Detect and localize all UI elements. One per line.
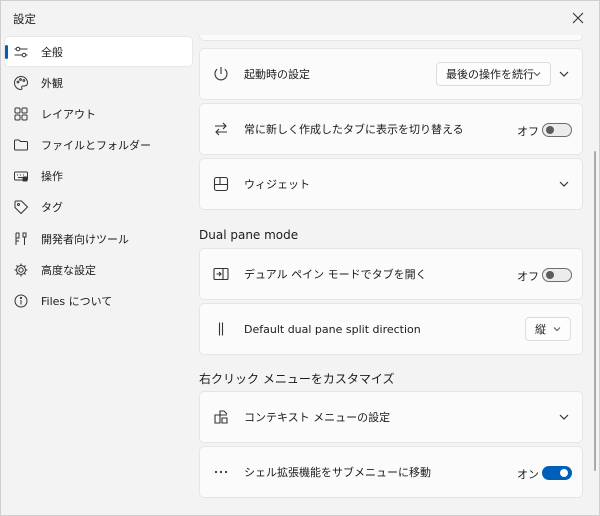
sidebar-item-label: Files について (41, 295, 113, 308)
close-icon (572, 12, 584, 24)
toggle-state-label: オン (517, 468, 539, 481)
settings-window: 設定 全般 外観 レイアウト ファイルとフォルダー 操作 タグ 開発者向けツール… (0, 0, 600, 516)
new-tab-switch-label: 常に新しく作成したタブに表示を切り替える (244, 123, 464, 136)
toggle-knob (560, 469, 568, 477)
context-menu-icon (212, 408, 230, 426)
toggle-state-label: オフ (517, 270, 539, 283)
grid-icon (13, 106, 29, 122)
dual-pane-header: Dual pane mode (199, 228, 299, 242)
sidebar-item-label: 開発者向けツール (41, 232, 129, 246)
shell-ext-label: シェル拡張機能をサブメニューに移動 (244, 466, 431, 479)
sidebar-item-advanced[interactable]: 高度な設定 (5, 255, 192, 284)
chevron-down-icon (553, 327, 561, 332)
startup-label: 起動時の設定 (244, 68, 310, 81)
context-menu-header: 右クリック メニューをカスタマイズ (199, 372, 395, 386)
widgets-label: ウィジェット (244, 178, 310, 191)
sidebar-item-actions[interactable]: 操作 (5, 162, 192, 191)
dual-pane-tabs-card: デュアル ペイン モードでタブを開く オフ (199, 248, 583, 300)
more-icon (212, 463, 230, 481)
startup-card[interactable]: 起動時の設定 最後の操作を続行 (199, 48, 583, 100)
shell-ext-toggle[interactable] (542, 466, 572, 480)
sidebar-item-label: タグ (41, 201, 63, 215)
sidebar-item-label: レイアウト (41, 107, 96, 121)
context-menu-settings-label: コンテキスト メニューの設定 (244, 411, 391, 424)
power-icon (212, 65, 230, 83)
sidebar-nav: 全般 外観 レイアウト ファイルとフォルダー 操作 タグ 開発者向けツール 高度… (1, 37, 196, 318)
sliders-icon (13, 44, 29, 60)
split-direction-label: Default dual pane split direction (244, 322, 421, 336)
dual-pane-tabs-toggle[interactable] (542, 268, 572, 282)
tools-icon (13, 231, 29, 247)
widget-icon (212, 175, 230, 193)
dropdown-value: 最後の操作を続行 (446, 68, 534, 81)
sidebar-item-label: 操作 (41, 170, 63, 184)
settings-content: 起動時の設定 最後の操作を続行 常に新しく作成したタブに表示を切り替える オフ (197, 35, 591, 515)
sidebar-item-dev-tools[interactable]: 開発者向けツール (5, 224, 192, 253)
content-scrollbar[interactable] (594, 151, 596, 471)
chevron-down-icon (533, 72, 541, 77)
dropdown-value: 縦 (535, 323, 546, 336)
new-tab-switch-toggle[interactable] (542, 123, 572, 137)
advanced-icon (13, 262, 29, 278)
chevron-down-icon[interactable] (558, 411, 570, 423)
sidebar-item-files-folders[interactable]: ファイルとフォルダー (5, 131, 192, 160)
tag-icon (13, 199, 29, 215)
toggle-knob (546, 126, 554, 134)
split-direction-dropdown[interactable]: 縦 (525, 317, 571, 341)
context-menu-settings-card[interactable]: コンテキスト メニューの設定 (199, 391, 583, 443)
sidebar-item-general[interactable]: 全般 (5, 37, 192, 66)
sidebar-item-appearance[interactable]: 外観 (5, 68, 192, 97)
widgets-card[interactable]: ウィジェット (199, 158, 583, 210)
vertical-split-icon (212, 320, 230, 338)
chevron-down-icon[interactable] (558, 178, 570, 190)
keyboard-icon (13, 168, 29, 184)
shell-ext-card: シェル拡張機能をサブメニューに移動 オン (199, 446, 583, 498)
open-pane-icon (212, 265, 230, 283)
dual-pane-tabs-label: デュアル ペイン モードでタブを開く (244, 268, 427, 281)
close-button[interactable] (565, 7, 591, 29)
sidebar-item-layout[interactable]: レイアウト (5, 99, 192, 128)
title-bar: 設定 (1, 1, 599, 35)
sidebar-item-about[interactable]: Files について (5, 287, 192, 316)
folder-icon (13, 137, 29, 153)
sidebar-item-label: ファイルとフォルダー (41, 139, 151, 153)
toggle-knob (546, 271, 554, 279)
split-direction-card: Default dual pane split direction 縦 (199, 303, 583, 355)
info-icon (13, 293, 29, 309)
new-tab-switch-card: 常に新しく作成したタブに表示を切り替える オフ (199, 103, 583, 155)
window-title: 設定 (13, 12, 36, 26)
switch-arrows-icon (212, 120, 230, 138)
palette-icon (13, 75, 29, 91)
settings-card-partial (199, 35, 583, 41)
chevron-down-icon[interactable] (558, 68, 570, 80)
startup-dropdown[interactable]: 最後の操作を続行 (436, 62, 551, 86)
sidebar-item-label: 高度な設定 (41, 263, 96, 277)
sidebar-item-label: 外観 (41, 76, 63, 90)
sidebar-item-label: 全般 (41, 45, 63, 59)
toggle-state-label: オフ (517, 125, 539, 138)
sidebar-item-tags[interactable]: タグ (5, 193, 192, 222)
